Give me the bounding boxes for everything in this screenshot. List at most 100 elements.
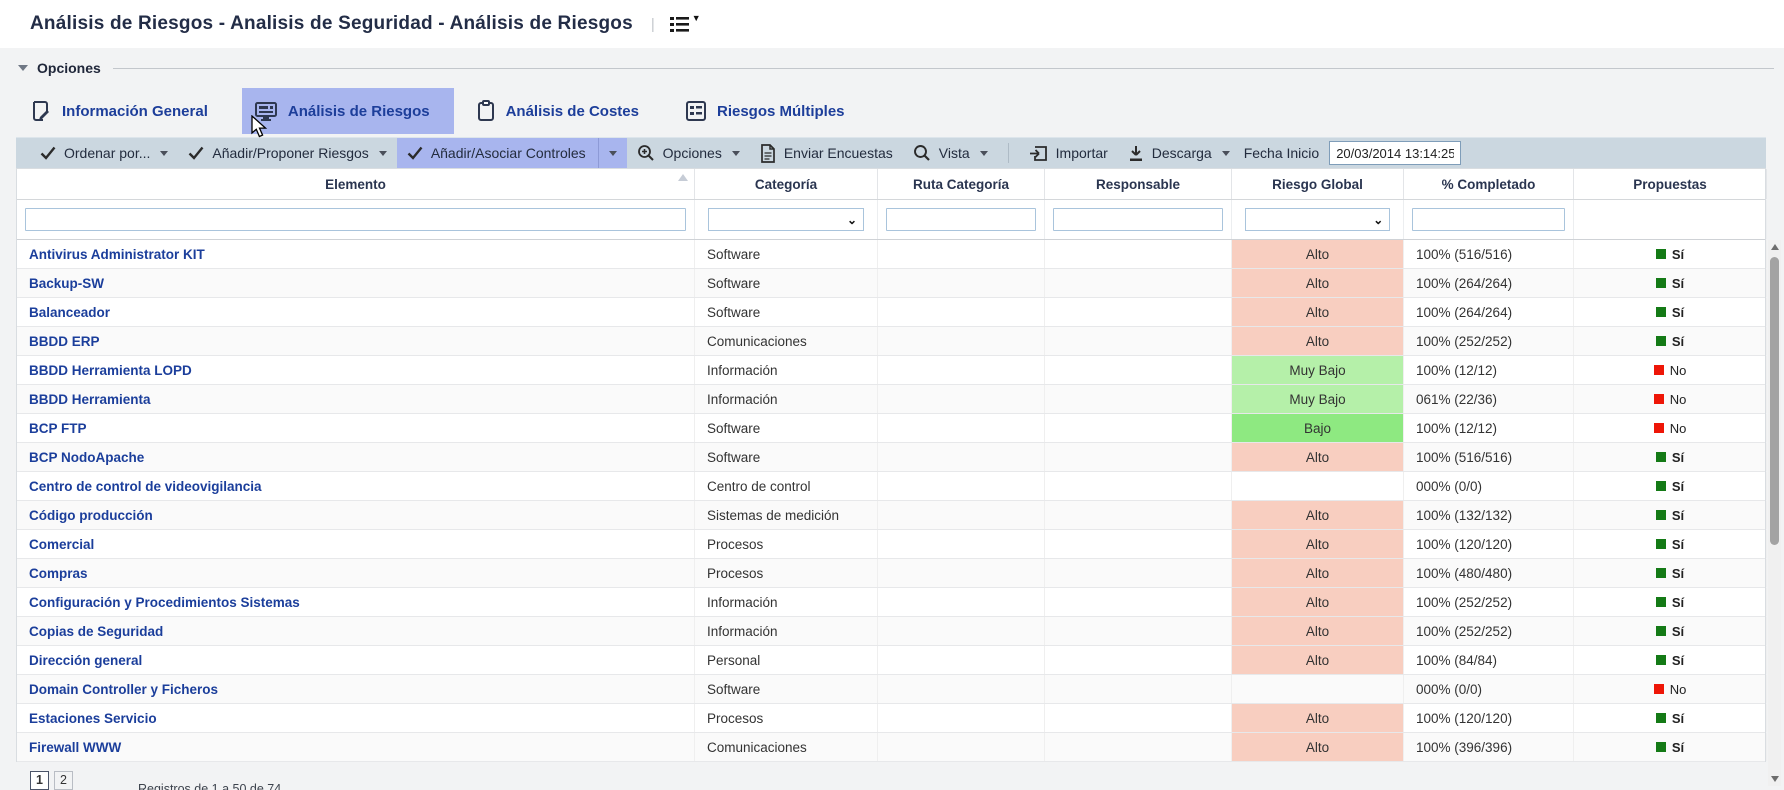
table-filter-row: ⌄⌄ xyxy=(17,200,1765,240)
table-row: Antivirus Administrator KITSoftwareAlto1… xyxy=(17,240,1765,269)
vertical-scrollbar[interactable] xyxy=(1768,240,1781,786)
cell-responsable xyxy=(1045,414,1232,442)
elemento-link[interactable]: Antivirus Administrator KIT xyxy=(29,247,205,262)
column-header-categoría[interactable]: Categoría xyxy=(695,169,878,199)
elemento-link[interactable]: Comercial xyxy=(29,537,94,552)
list-menu-button[interactable]: ▼ xyxy=(669,14,701,34)
chevron-down-icon xyxy=(379,151,387,156)
column-header-riesgo-global[interactable]: Riesgo Global xyxy=(1232,169,1404,199)
chevron-down-icon xyxy=(160,151,168,156)
cell-responsable xyxy=(1045,327,1232,355)
cell-completado: 100% (132/132) xyxy=(1404,501,1574,529)
filter-input-3[interactable] xyxy=(1053,208,1223,231)
elemento-link[interactable]: Domain Controller y Ficheros xyxy=(29,682,218,697)
options-panel-header[interactable]: Opciones xyxy=(0,56,1784,80)
status-square-icon xyxy=(1654,423,1664,433)
cell-responsable xyxy=(1045,501,1232,529)
cell-categoria: Información xyxy=(695,356,878,384)
toolbar-button-añadir-proponer-riesgos[interactable]: Añadir/Proponer Riesgos xyxy=(178,138,396,169)
monitor-icon xyxy=(254,100,278,122)
elemento-link[interactable]: Código producción xyxy=(29,508,153,523)
elemento-link[interactable]: BBDD Herramienta xyxy=(29,392,151,407)
cell-categoria: Software xyxy=(695,240,878,268)
elemento-link[interactable]: Dirección general xyxy=(29,653,142,668)
elemento-link[interactable]: Configuración y Procedimientos Sistemas xyxy=(29,595,300,610)
column-header-propuestas[interactable]: Propuestas xyxy=(1574,169,1767,199)
cell-propuestas: No xyxy=(1574,675,1767,703)
filter-cell-0 xyxy=(17,200,695,239)
cell-propuestas: Sí xyxy=(1574,588,1767,616)
column-header-%-completado[interactable]: % Completado xyxy=(1404,169,1574,199)
tab-an-lisis-de-riesgos[interactable]: Análisis de Riesgos xyxy=(242,88,454,134)
cell-categoria: Información xyxy=(695,385,878,413)
page-button-1[interactable]: 1 xyxy=(30,771,49,790)
filter-select-4[interactable]: ⌄ xyxy=(1245,208,1391,231)
cell-ruta-categoria xyxy=(878,733,1045,761)
elemento-link[interactable]: Estaciones Servicio xyxy=(29,711,157,726)
toolbar-button-enviar-encuestas[interactable]: Enviar Encuestas xyxy=(750,138,903,169)
cell-completado: 100% (396/396) xyxy=(1404,733,1574,761)
elemento-link[interactable]: BCP FTP xyxy=(29,421,87,436)
elemento-link[interactable]: BCP NodoApache xyxy=(29,450,144,465)
table-row: BCP NodoApacheSoftwareAlto100% (516/516)… xyxy=(17,443,1765,472)
table-row: Backup-SWSoftwareAlto100% (264/264)Sí xyxy=(17,269,1765,298)
cell-completado: 100% (12/12) xyxy=(1404,356,1574,384)
title-separator: | xyxy=(651,16,655,33)
elemento-link[interactable]: Firewall WWW xyxy=(29,740,121,755)
cell-elemento: Firewall WWW xyxy=(17,733,695,761)
cell-completado: 100% (252/252) xyxy=(1404,588,1574,616)
cell-completado: 100% (84/84) xyxy=(1404,646,1574,674)
sort-ascending-icon xyxy=(678,174,688,181)
tabs-row: Información General Análisis de Riesgos … xyxy=(0,88,1784,134)
cell-riesgo-global: Alto xyxy=(1232,704,1404,732)
status-square-icon xyxy=(1656,713,1666,723)
scroll-down-arrow-icon[interactable] xyxy=(1768,772,1781,786)
cell-elemento: Centro de control de videovigilancia xyxy=(17,472,695,500)
tab-riesgos-m-ltiples[interactable]: Riesgos Múltiples xyxy=(673,88,869,134)
filter-select-1[interactable]: ⌄ xyxy=(708,208,864,231)
filter-input-0[interactable] xyxy=(25,208,686,231)
table-row: Configuración y Procedimientos SistemasI… xyxy=(17,588,1765,617)
dropdown-caret[interactable] xyxy=(598,138,617,169)
elemento-link[interactable]: BBDD Herramienta LOPD xyxy=(29,363,192,378)
tab-informaci-n-general[interactable]: Información General xyxy=(18,88,232,134)
filter-input-2[interactable] xyxy=(886,208,1036,231)
table-row: Estaciones ServicioProcesosAlto100% (120… xyxy=(17,704,1765,733)
page-button-2[interactable]: 2 xyxy=(54,771,73,790)
cell-propuestas: No xyxy=(1574,385,1767,413)
scrollbar-thumb[interactable] xyxy=(1770,257,1779,545)
column-header-ruta-categoría[interactable]: Ruta Categoría xyxy=(878,169,1045,199)
toolbar-button-importar[interactable]: Importar xyxy=(1019,138,1118,169)
cell-completado: 100% (264/264) xyxy=(1404,298,1574,326)
filter-input-5[interactable] xyxy=(1412,208,1565,231)
scroll-up-arrow-icon[interactable] xyxy=(1768,240,1781,254)
table-row: Firewall WWWComunicacionesAlto100% (396/… xyxy=(17,733,1765,762)
cell-completado: 100% (120/120) xyxy=(1404,704,1574,732)
toolbar-button-añadir-asociar-controles[interactable]: Añadir/Asociar Controles xyxy=(397,138,627,169)
column-header-elemento[interactable]: Elemento xyxy=(17,169,695,199)
elemento-link[interactable]: BBDD ERP xyxy=(29,334,100,349)
toolbar-button-vista[interactable]: Vista xyxy=(903,138,998,169)
check-icon xyxy=(188,146,204,160)
cell-completado: 061% (22/36) xyxy=(1404,385,1574,413)
cell-propuestas: Sí xyxy=(1574,646,1767,674)
cell-propuestas: No xyxy=(1574,356,1767,384)
toolbar-button-descarga[interactable]: Descarga xyxy=(1118,138,1240,169)
elemento-link[interactable]: Compras xyxy=(29,566,88,581)
cell-propuestas: Sí xyxy=(1574,501,1767,529)
collapse-caret-icon xyxy=(18,65,28,71)
column-header-responsable[interactable]: Responsable xyxy=(1045,169,1232,199)
tab-an-lisis-de-costes[interactable]: Análisis de Costes xyxy=(464,88,663,134)
filter-cell-5 xyxy=(1404,200,1574,239)
cell-riesgo-global: Alto xyxy=(1232,327,1404,355)
toolbar-button-label: Opciones xyxy=(663,145,722,161)
elemento-link[interactable]: Centro de control de videovigilancia xyxy=(29,479,262,494)
cell-responsable xyxy=(1045,443,1232,471)
toolbar-button-ordenar-por-[interactable]: Ordenar por... xyxy=(30,138,178,169)
fecha-inicio-input[interactable] xyxy=(1329,141,1461,165)
toolbar-button-opciones[interactable]: Opciones xyxy=(627,138,750,169)
table-row: BalanceadorSoftwareAlto100% (264/264)Sí xyxy=(17,298,1765,327)
elemento-link[interactable]: Balanceador xyxy=(29,305,110,320)
elemento-link[interactable]: Copias de Seguridad xyxy=(29,624,163,639)
elemento-link[interactable]: Backup-SW xyxy=(29,276,104,291)
